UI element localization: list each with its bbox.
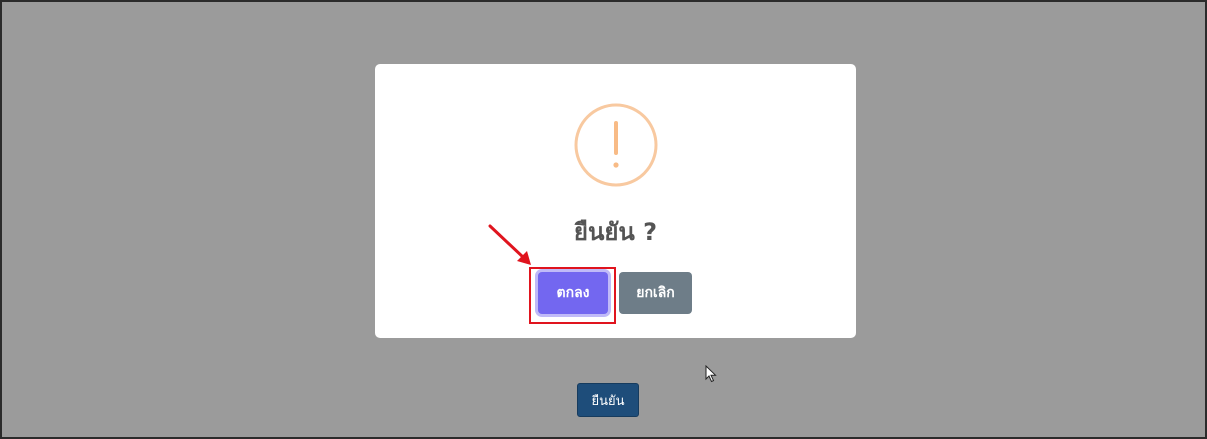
annotation-highlight-box (529, 267, 616, 324)
page-confirm-button[interactable]: ยืนยัน (577, 383, 639, 417)
mouse-cursor-icon (705, 365, 717, 383)
cancel-button[interactable]: ยกเลิก (619, 272, 692, 314)
annotation-arrow-icon (488, 224, 531, 265)
dialog-title: ยืนยัน ? (573, 218, 658, 246)
warning-exclamation-icon (574, 103, 658, 187)
screen-frame: ยืนยัน ยืนยัน ? ตกลง ยกเลิก (0, 0, 1207, 439)
